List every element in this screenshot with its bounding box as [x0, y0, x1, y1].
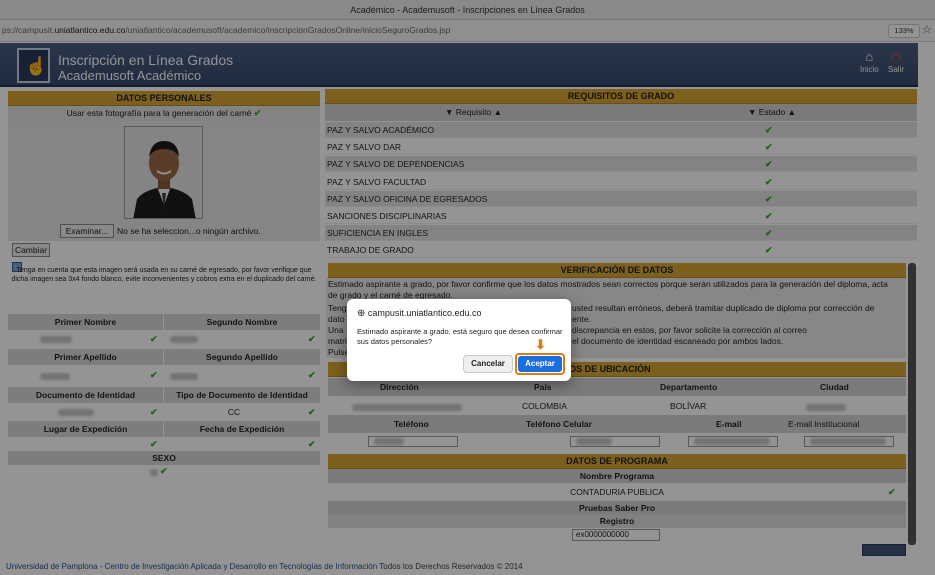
cancel-button[interactable]: Cancelar — [463, 355, 513, 373]
dialog-origin: ⊕ campusit.uniatlantico.edu.co — [357, 308, 482, 319]
accept-highlight: Aceptar — [515, 353, 565, 375]
confirm-dialog: ⊕ campusit.uniatlantico.edu.co Estimado … — [347, 299, 571, 381]
modal-overlay — [0, 0, 935, 575]
globe-icon: ⊕ — [357, 308, 366, 319]
dialog-message: Estimado aspirante a grado, está seguro … — [357, 327, 563, 346]
accept-button[interactable]: Aceptar — [518, 356, 562, 372]
arrow-down-icon: ⬇ — [535, 337, 546, 352]
